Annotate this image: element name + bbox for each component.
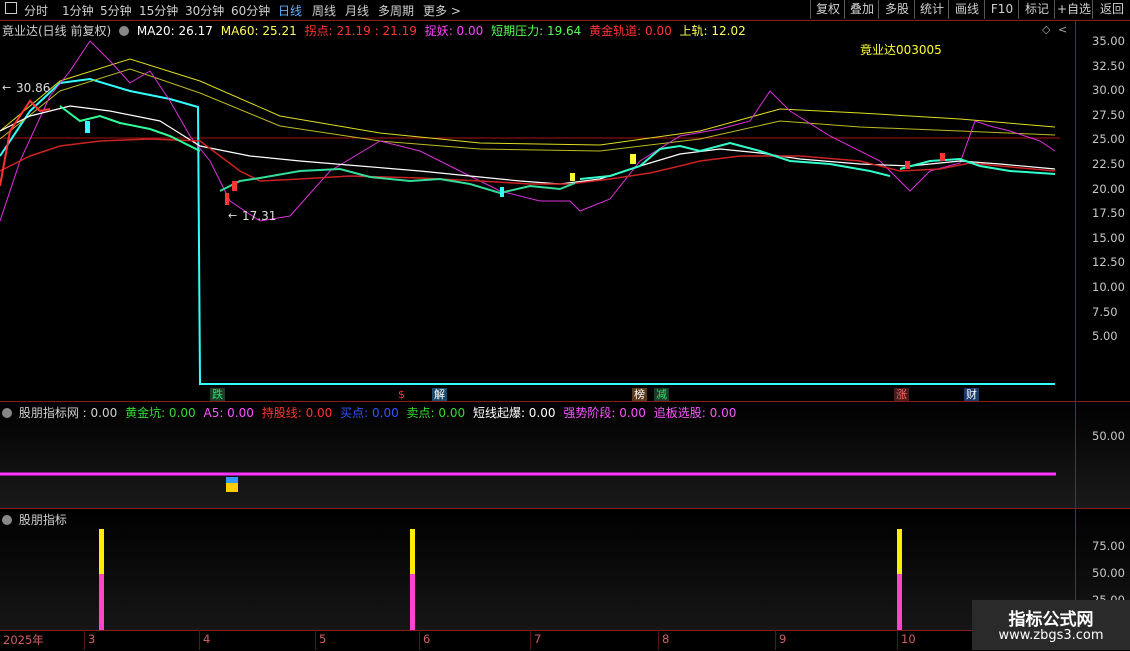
period-daily[interactable]: 日线 xyxy=(278,2,302,19)
main-ytick: 20.00 xyxy=(1092,181,1125,196)
high-price-label: 30.86 xyxy=(16,81,51,95)
period-15min[interactable]: 15分钟 xyxy=(139,2,178,19)
pane2-ytick: 50.00 xyxy=(1092,429,1125,443)
period-more[interactable]: 更多 > xyxy=(423,2,461,19)
period-5min[interactable]: 5分钟 xyxy=(100,2,132,19)
watermark-line2: www.zbgs3.com xyxy=(998,628,1104,643)
overlay-button[interactable]: 叠加 xyxy=(844,0,879,19)
x-label-9: 9 xyxy=(779,632,787,646)
marker-dollar[interactable]: $ xyxy=(396,388,407,401)
pane3-chart xyxy=(99,529,902,631)
fuquan-button[interactable]: 复权 xyxy=(810,0,845,19)
x-label-3: 3 xyxy=(88,632,96,646)
main-chart-pane: 竟业达(日线 前复权) MA20: 26.17 MA60: 25.21 拐点: … xyxy=(0,20,1130,401)
marker-bang[interactable]: 榜 xyxy=(632,388,647,401)
marker-zhang[interactable]: 涨 xyxy=(894,388,909,401)
main-ytick: 27.50 xyxy=(1092,107,1125,122)
pane3-ytick-75: 75.00 xyxy=(1092,539,1125,553)
marker-cai[interactable]: 财 xyxy=(964,388,979,401)
x-axis xyxy=(0,630,1130,651)
period-weekly[interactable]: 周线 xyxy=(312,2,336,19)
f10-button[interactable]: F10 xyxy=(984,0,1019,19)
x-label-5: 5 xyxy=(319,632,327,646)
main-ytick: 15.00 xyxy=(1092,230,1125,245)
watermark: 指标公式网 www.zbgs3.com xyxy=(972,600,1130,650)
main-ytick: 32.50 xyxy=(1092,58,1125,73)
main-ytick: 7.50 xyxy=(1092,304,1118,319)
pane3-ytick-50: 50.00 xyxy=(1092,566,1125,580)
main-ytick: 30.00 xyxy=(1092,83,1125,98)
period-1min[interactable]: 1分钟 xyxy=(62,2,94,19)
draw-line-button[interactable]: 画线 xyxy=(948,0,985,19)
x-label-4: 4 xyxy=(203,632,211,646)
period-monthly[interactable]: 月线 xyxy=(345,2,369,19)
price-up-segment xyxy=(0,99,51,187)
indicator-pane-1: 股朋指标网 : 0.00 黄金坑: 0.00 A5: 0.00 持股线: 0.0… xyxy=(0,401,1130,508)
cyan-line xyxy=(0,77,1055,385)
x-label-10: 10 xyxy=(901,632,916,646)
multi-stock-button[interactable]: 多股 xyxy=(878,0,915,19)
marker-jian[interactable]: 减 xyxy=(654,388,669,401)
indicator-pane-2: 股朋指标 75.00 50.00 25.00 xyxy=(0,508,1130,631)
main-ytick: 10.00 xyxy=(1092,280,1125,294)
marker-die[interactable]: 跌 xyxy=(210,388,225,401)
price-segment-1 xyxy=(59,105,201,152)
period-30min[interactable]: 30分钟 xyxy=(185,2,224,19)
main-ytick: 12.50 xyxy=(1092,255,1125,270)
pane2-chart xyxy=(0,472,1056,492)
add-favorite-button[interactable]: +自选 xyxy=(1054,0,1093,19)
menu-square-icon[interactable] xyxy=(4,1,18,18)
pane2-y-axis xyxy=(1075,402,1130,508)
period-multi[interactable]: 多周期 xyxy=(378,2,414,19)
main-ytick: 5.00 xyxy=(1092,329,1118,344)
period-60min[interactable]: 60分钟 xyxy=(231,2,270,19)
x-label-8: 8 xyxy=(662,632,670,646)
low-price-label: 17.31 xyxy=(242,209,277,223)
main-ytick: 22.50 xyxy=(1092,157,1125,171)
statistics-button[interactable]: 统计 xyxy=(914,0,949,19)
mark-button[interactable]: 标记 xyxy=(1018,0,1055,19)
price-segment-3 xyxy=(579,141,891,180)
svg-text:←: ← xyxy=(228,209,237,222)
main-ytick: 35.00 xyxy=(1092,34,1125,48)
watermark-line1: 指标公式网 xyxy=(1008,610,1094,630)
price-chart: ← ← xyxy=(0,40,1060,385)
x-label-6: 6 xyxy=(423,632,431,646)
x-label-year: 2025年 xyxy=(3,633,44,647)
back-button[interactable]: 返回 xyxy=(1092,0,1130,19)
x-label-7: 7 xyxy=(534,632,542,646)
svg-text:←: ← xyxy=(2,81,11,94)
period-fenshi[interactable]: 分时 xyxy=(24,2,48,19)
marker-jie[interactable]: 解 xyxy=(432,388,447,401)
toolbar: 分时 1分钟 5分钟 15分钟 30分钟 60分钟 日线 周线 月线 多周期 更… xyxy=(0,0,1130,21)
main-ytick: 25.00 xyxy=(1092,132,1125,147)
white-ma xyxy=(0,105,1056,185)
main-ytick: 17.50 xyxy=(1092,206,1125,221)
